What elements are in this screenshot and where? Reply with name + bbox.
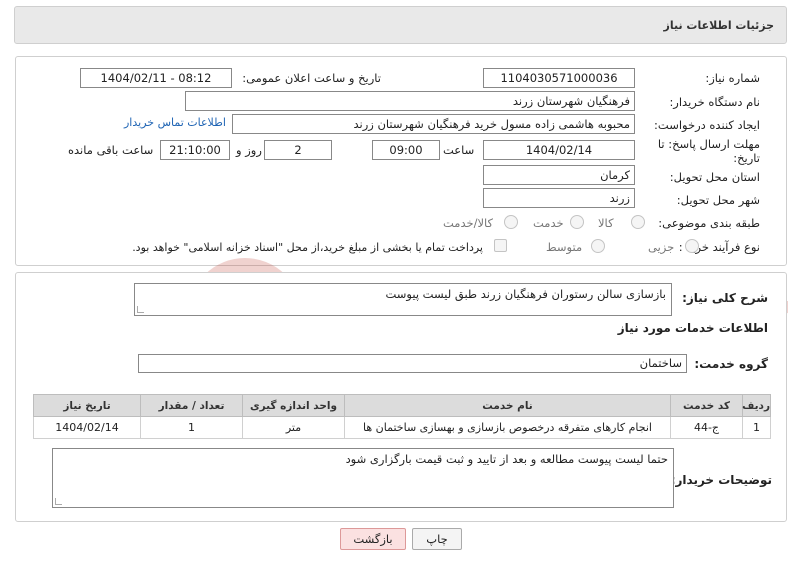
resize-handle-icon[interactable] [137, 306, 144, 313]
remaining-time-label: ساعت باقی مانده [68, 143, 154, 157]
province-label: استان محل تحویل: [669, 170, 760, 184]
buyer-org-field: فرهنگیان شهرستان زرند [185, 91, 635, 111]
process-medium-radio[interactable] [591, 239, 605, 253]
buyer-notes-label: توضیحات خریدار: [670, 473, 772, 487]
print-button[interactable]: چاپ [412, 528, 462, 550]
cell-service-name: انجام کارهای متفرقه درخصوص بازسازی و بهس… [344, 416, 671, 439]
creator-field: محبوبه هاشمی زاده مسول خرید فرهنگیان شهر… [232, 114, 635, 134]
buyer-notes-textarea[interactable]: حتما لیست پیوست مطالعه و بعد از تایید و … [52, 448, 674, 508]
table-header-row: ردیف کد خدمت نام خدمت واحد اندازه گیری ت… [33, 394, 771, 417]
column-header-service-name: نام خدمت [344, 394, 671, 417]
category-goods-label: کالا [598, 216, 614, 230]
page-title: جزئیات اطلاعات نیاز [663, 19, 775, 32]
deadline-time-field: 09:00 [372, 140, 440, 160]
announce-date-field: 1404/02/11 - 08:12 [80, 68, 232, 88]
process-medium-label: متوسط [546, 240, 583, 254]
cell-unit: متر [242, 416, 345, 439]
table-row: 1 ج-44 انجام کارهای متفرقه درخصوص بازساز… [33, 416, 771, 439]
remaining-time-field: 21:10:00 [160, 140, 230, 160]
need-number-field: 1104030571000036 [483, 68, 635, 88]
service-group-label: گروه خدمت: [694, 357, 768, 371]
cell-service-code: ج-44 [670, 416, 743, 439]
deadline-date-field: 1404/02/14 [483, 140, 635, 160]
category-label: طبقه بندی موضوعی: [658, 216, 760, 230]
resize-handle-icon[interactable] [55, 498, 62, 505]
province-field: کرمان [483, 165, 635, 185]
buyer-org-label: نام دستگاه خریدار: [669, 95, 760, 109]
column-header-unit: واحد اندازه گیری [242, 394, 345, 417]
deadline-time-label: ساعت [443, 143, 475, 157]
process-minor-label: جزیی [648, 240, 675, 254]
category-goods-service-radio[interactable] [504, 215, 518, 229]
category-service-label: خدمت [533, 216, 564, 230]
header-bar: جزئیات اطلاعات نیاز [14, 6, 787, 44]
cell-row-number: 1 [742, 416, 771, 439]
column-header-service-code: کد خدمت [670, 394, 743, 417]
city-label: شهر محل تحویل: [676, 193, 760, 207]
column-header-quantity: تعداد / مقدار [140, 394, 243, 417]
days-label: روز و [236, 143, 262, 157]
days-remaining-field: 2 [264, 140, 332, 160]
process-minor-radio[interactable] [685, 239, 699, 253]
category-goods-radio[interactable] [631, 215, 645, 229]
summary-textarea[interactable]: بازسازی سالن رستوران فرهنگیان زرند طبق ل… [134, 283, 672, 316]
buyer-contact-link[interactable]: اطلاعات تماس خریدار [124, 116, 226, 129]
column-header-row-number: ردیف [742, 394, 771, 417]
treasury-payment-checkbox[interactable] [494, 239, 507, 252]
creator-label: ایجاد کننده درخواست: [654, 118, 760, 132]
summary-label: شرح کلی نیاز: [682, 291, 768, 305]
column-header-need-date: تاریخ نیاز [33, 394, 141, 417]
cell-need-date: 1404/02/14 [33, 416, 141, 439]
cell-quantity: 1 [140, 416, 243, 439]
deadline-label: مهلت ارسال پاسخ: تا تاریخ: [657, 137, 760, 165]
buyer-notes-text: حتما لیست پیوست مطالعه و بعد از تایید و … [345, 452, 668, 466]
back-button[interactable]: بازگشت [340, 528, 406, 550]
service-group-field: ساختمان [138, 354, 687, 373]
announce-date-label: تاریخ و ساعت اعلان عمومی: [242, 71, 381, 85]
treasury-payment-note: پرداخت تمام یا بخشی از مبلغ خرید،از محل … [132, 241, 483, 254]
services-section-title: اطلاعات خدمات مورد نیاز [617, 321, 768, 335]
need-number-label: شماره نیاز: [705, 71, 760, 85]
summary-text: بازسازی سالن رستوران فرهنگیان زرند طبق ل… [385, 287, 666, 301]
services-table: ردیف کد خدمت نام خدمت واحد اندازه گیری ت… [33, 394, 771, 439]
category-service-radio[interactable] [570, 215, 584, 229]
city-field: زرند [483, 188, 635, 208]
category-goods-service-label: کالا/خدمت [443, 216, 494, 230]
